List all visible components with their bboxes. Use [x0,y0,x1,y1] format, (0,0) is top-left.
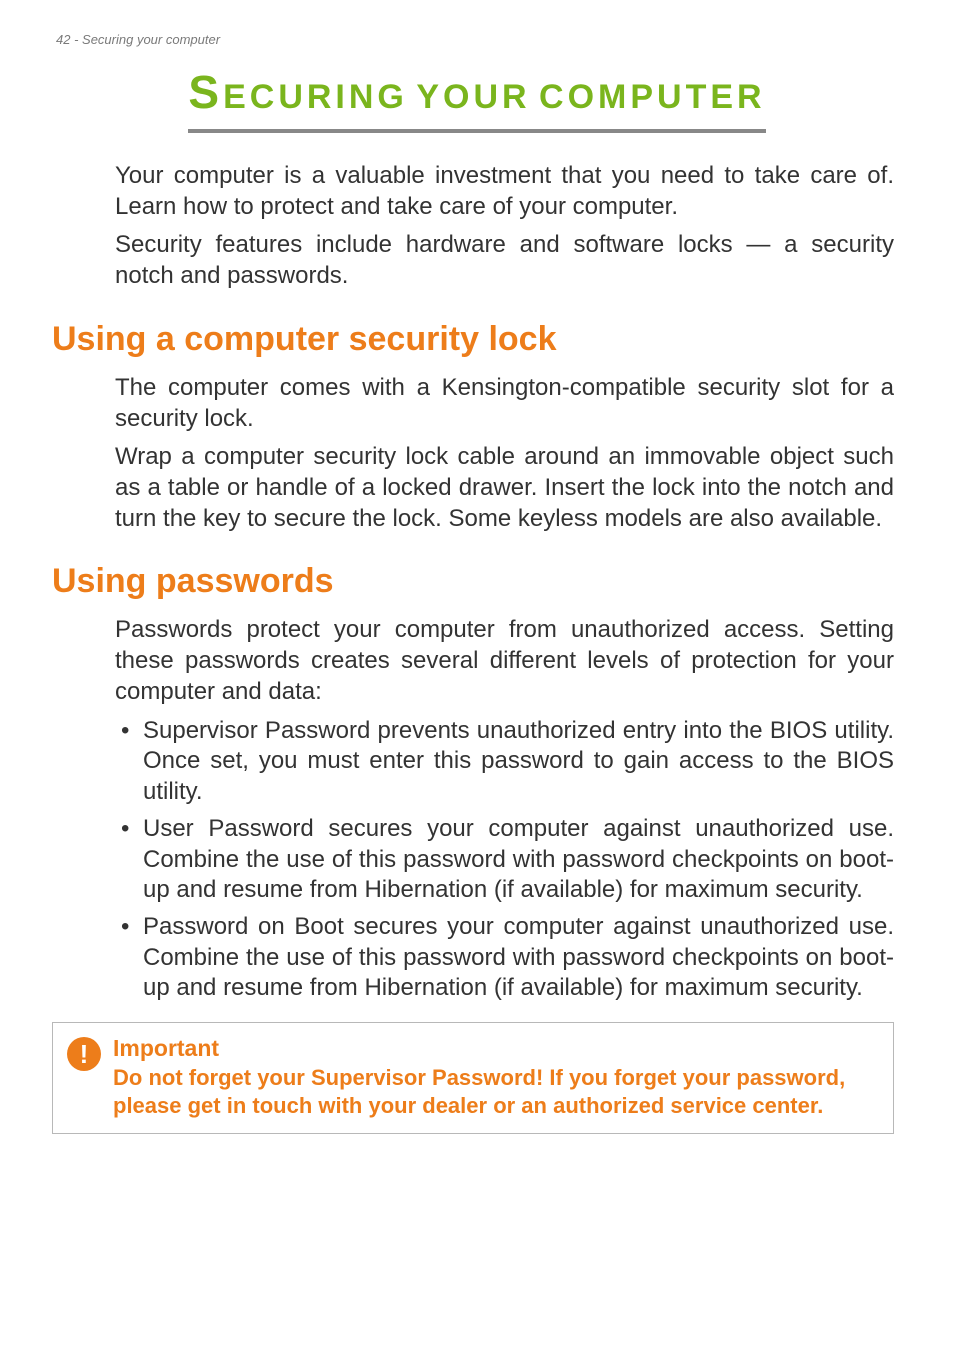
section-heading-passwords: Using passwords [52,562,894,601]
callout-body: Do not forget your Supervisor Password! … [113,1064,879,1119]
section1-paragraph-2: Wrap a computer security lock cable arou… [115,442,894,534]
passwords-bullet-list: Supervisor Password prevents unauthorize… [115,716,894,1004]
title-word-computer: COMPUTER [539,78,766,116]
section1-paragraph-1: The computer comes with a Kensington-com… [115,373,894,434]
page-header: 42 - Securing your computer [0,0,954,47]
list-item: Supervisor Password prevents unauthorize… [115,716,894,808]
section-heading-security-lock: Using a computer security lock [52,320,894,359]
list-item: User Password secures your computer agai… [115,814,894,906]
page-title: SECURING YOUR COMPUTER [188,65,765,133]
title-cap-s: S [188,66,223,118]
callout-title: Important [113,1035,879,1062]
section2-paragraph-1: Passwords protect your computer from una… [115,615,894,707]
callout-content: Important Do not forget your Supervisor … [113,1035,879,1119]
title-word-your: YOUR [416,78,530,116]
title-word-securing: ECURING [223,78,408,116]
page-number: 42 [56,32,70,47]
header-section-name: Securing your computer [82,32,220,47]
warning-icon: ! [67,1037,101,1071]
important-callout: ! Important Do not forget your Superviso… [52,1022,894,1134]
list-item: Password on Boot secures your computer a… [115,912,894,1004]
intro-paragraph-2: Security features include hardware and s… [115,230,894,291]
main-title-wrap: SECURING YOUR COMPUTER [0,65,954,133]
intro-paragraph-1: Your computer is a valuable investment t… [115,161,894,222]
